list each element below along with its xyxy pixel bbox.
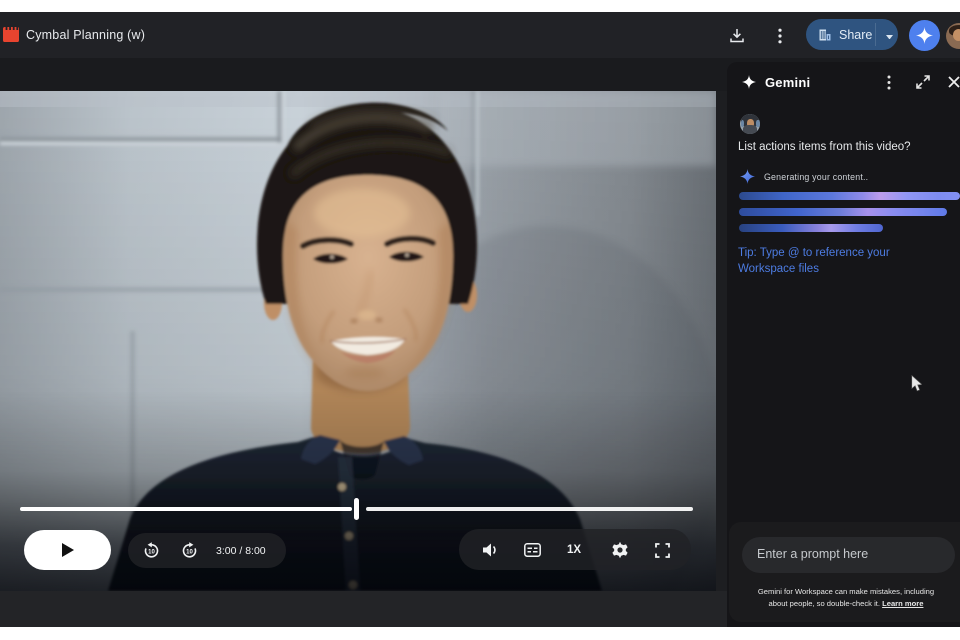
svg-text:10: 10 bbox=[186, 549, 193, 555]
svg-text:10: 10 bbox=[148, 549, 155, 555]
